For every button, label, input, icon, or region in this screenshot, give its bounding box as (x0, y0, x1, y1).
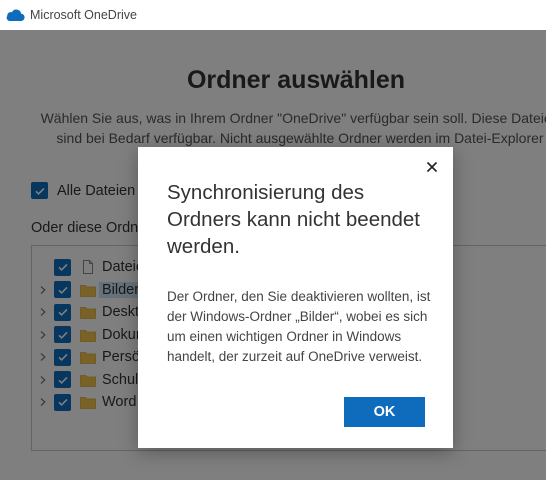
onedrive-cloud-icon (6, 9, 25, 21)
app-title: Microsoft OneDrive (30, 8, 137, 22)
error-dialog: Synchronisierung des Ordners kann nicht … (138, 147, 453, 448)
dialog-message: Der Ordner, den Sie deaktivieren wollten… (167, 289, 431, 364)
ok-button[interactable]: OK (344, 397, 425, 427)
dialog-title: Synchronisierung des Ordners kann nicht … (167, 181, 420, 258)
title-bar: Microsoft OneDrive (0, 0, 546, 30)
close-icon[interactable] (424, 159, 440, 175)
